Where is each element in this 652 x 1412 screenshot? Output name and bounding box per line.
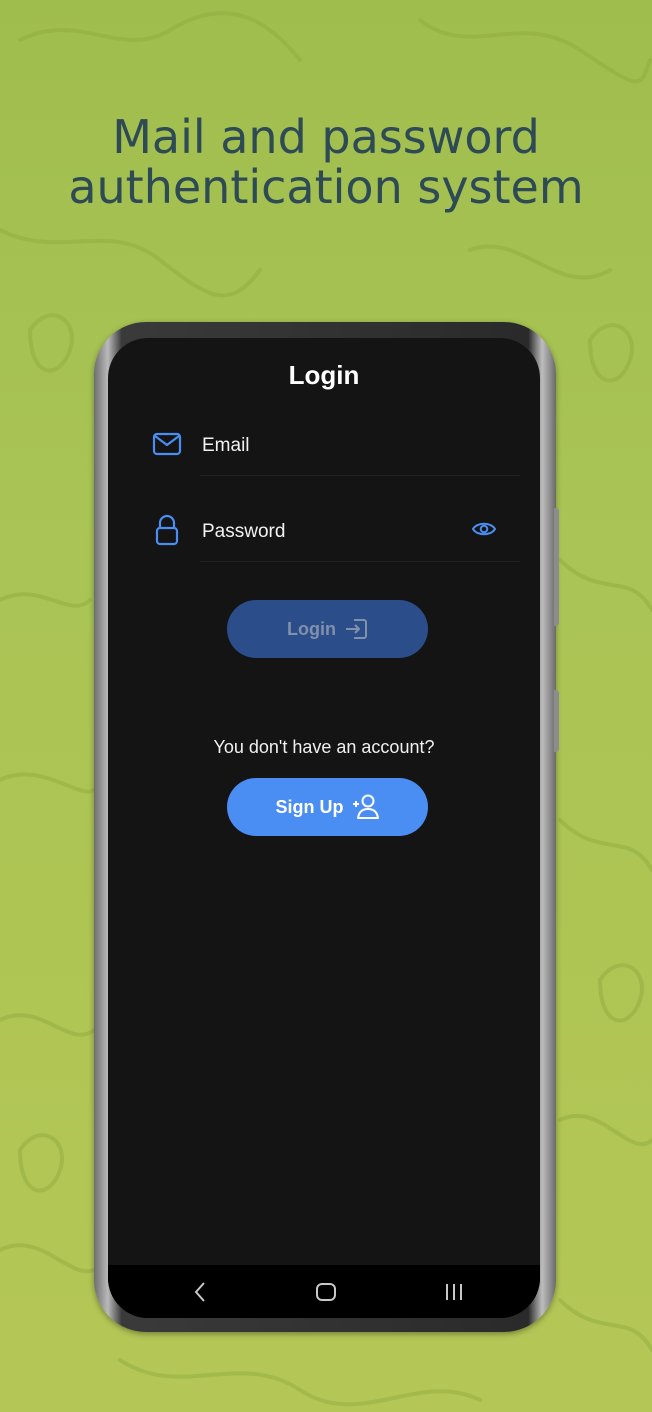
- email-underline: [200, 475, 520, 476]
- add-user-icon: [352, 794, 379, 819]
- volume-button: [554, 508, 559, 626]
- power-button: [554, 690, 559, 752]
- login-arrow-icon: [345, 619, 367, 639]
- phone-screen: Login Email Password Login You don't hav…: [108, 338, 540, 1318]
- password-placeholder: Password: [202, 521, 286, 542]
- headline-line-1: Mail and password: [112, 110, 540, 164]
- mail-icon: [152, 432, 182, 461]
- eye-icon[interactable]: [471, 520, 497, 543]
- login-button[interactable]: Login: [227, 600, 428, 658]
- password-field[interactable]: Password: [148, 502, 520, 562]
- email-field[interactable]: Email: [148, 416, 520, 476]
- recents-icon[interactable]: [440, 1279, 468, 1305]
- password-underline: [200, 561, 520, 562]
- headline: Mail and password authentication system: [0, 112, 652, 212]
- account-prompt: You don't have an account?: [213, 737, 435, 757]
- email-placeholder: Email: [202, 435, 250, 456]
- back-icon[interactable]: [186, 1279, 214, 1305]
- headline-line-2: authentication system: [68, 160, 584, 214]
- login-button-label: Login: [287, 618, 336, 639]
- lock-icon: [152, 514, 182, 551]
- screen-title: Login: [288, 360, 360, 390]
- signup-button-label: Sign Up: [275, 796, 344, 817]
- signup-button[interactable]: Sign Up: [227, 778, 428, 836]
- home-icon[interactable]: [312, 1279, 340, 1305]
- system-nav-bar: [108, 1265, 540, 1318]
